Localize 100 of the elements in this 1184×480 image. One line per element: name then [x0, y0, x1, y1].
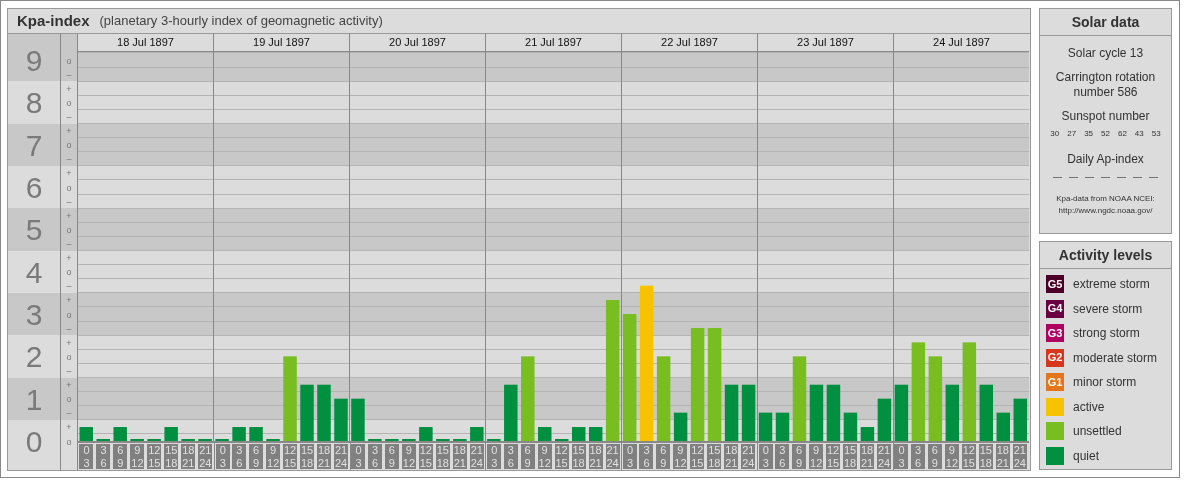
sublevel-label: –: [66, 69, 72, 80]
sublevel-label: +: [66, 337, 72, 348]
time-slot-label: 15 18: [300, 444, 315, 469]
sublevel-label: o: [66, 436, 72, 447]
sublevel-label: –: [66, 323, 72, 334]
sublevel-label: o: [66, 394, 72, 405]
time-slot-label: 15 18: [707, 444, 722, 469]
time-slot-label: 15 18: [435, 444, 450, 469]
sublevel-label: o: [66, 267, 72, 278]
level-label: unsettled: [1073, 423, 1122, 440]
sublevel-label: o: [66, 97, 72, 108]
sublevel-label: o: [66, 351, 72, 362]
sublevel-label: +: [66, 295, 72, 306]
y-axis-label: 5: [25, 213, 43, 247]
time-slot-label: 18 21: [452, 444, 467, 469]
y-axis-label: 1: [25, 382, 43, 416]
time-slot-label: 9 12: [537, 444, 552, 469]
day-label: 22 Jul 1897: [621, 34, 757, 51]
time-slot-label: 12 15: [418, 444, 433, 469]
time-slot-label: 9 12: [401, 444, 416, 469]
time-slot-label: 21 24: [1012, 444, 1027, 469]
time-slot-label: 18 21: [724, 444, 739, 469]
ap-value: —: [1085, 171, 1094, 184]
sublevel-label: o: [66, 224, 72, 235]
level-badge: G5: [1046, 275, 1064, 293]
time-slot-label: 21 24: [198, 444, 213, 469]
time-slot-label: 12 15: [554, 444, 569, 469]
time-slot-label: 18 21: [995, 444, 1010, 469]
day-label: 24 Jul 1897: [893, 34, 1029, 51]
day-label: 18 Jul 1897: [116, 35, 175, 51]
time-slot-label: 0 3: [623, 444, 637, 469]
sublevel-label: +: [66, 253, 72, 264]
y-axis-label: 7: [25, 128, 43, 162]
time-slot-label: 6 9: [249, 444, 264, 469]
sunspot-label: Sunspot number: [1061, 108, 1150, 125]
day-label: 23 Jul 1897: [757, 34, 893, 51]
sunspot-value: 43: [1134, 128, 1144, 140]
level-label: minor storm: [1073, 374, 1137, 391]
day-label: 21 Jul 1897: [485, 34, 621, 51]
time-slot-label: 6 9: [384, 444, 399, 469]
time-slot-label: 12 15: [826, 444, 841, 469]
level-label: strong storm: [1073, 325, 1140, 342]
ap-value: —: [1053, 171, 1062, 184]
sunspot-value: 52: [1101, 128, 1110, 140]
sublevel-label: –: [66, 408, 72, 419]
sublevel-label: –: [66, 281, 72, 292]
sublevel-label: –: [66, 112, 72, 122]
source-text: Kpa-data from NOAA NCEI:: [1056, 192, 1155, 205]
level-label: quiet: [1073, 447, 1100, 465]
sunspot-value: 35: [1084, 128, 1094, 140]
time-slot-label: 21 24: [877, 444, 891, 469]
sublevel-label: +: [66, 126, 72, 137]
ap-value: —: [1101, 171, 1110, 184]
y-axis-label: 4: [25, 255, 43, 289]
sublevel-label: o: [66, 309, 72, 320]
day-label: 19 Jul 1897: [213, 34, 349, 51]
time-slot-label: 21 24: [741, 444, 756, 469]
level-badge: G4: [1046, 299, 1064, 318]
level-badge: G1: [1046, 373, 1064, 391]
level-label: severe storm: [1073, 300, 1143, 318]
time-slot-label: 3 6: [96, 444, 111, 469]
ap-value: —: [1149, 171, 1158, 184]
sublevel-label: o: [66, 55, 72, 66]
time-slot-label: 9 12: [944, 444, 959, 469]
time-slot-label: 12 15: [690, 444, 705, 469]
day-label: 20 Jul 1897: [349, 34, 485, 51]
sublevel-label: –: [66, 365, 72, 376]
y-axis-label: 9: [25, 44, 43, 78]
time-slot-label: 0 3: [351, 444, 366, 469]
time-slot-label: 3 6: [910, 444, 925, 469]
time-slot-label: 0 3: [758, 444, 773, 469]
time-slot-label: 12 15: [961, 444, 976, 469]
panel-title: Activity levels: [1040, 242, 1171, 269]
time-slot-label: 3 6: [639, 444, 654, 469]
time-slot-label: 9 12: [809, 444, 824, 469]
time-slot-label: 15 18: [978, 444, 993, 469]
time-slot-label: 3 6: [232, 444, 247, 469]
source-link[interactable]: http://www.ngdc.noaa.gov/: [1058, 204, 1153, 217]
y-axis-label: 0: [25, 425, 43, 458]
time-slot-label: 0 3: [894, 444, 909, 469]
level-label: active: [1073, 398, 1105, 416]
level-label: extreme storm: [1073, 276, 1150, 293]
time-slot-label: 0 3: [487, 444, 502, 469]
time-slot-label: 18 21: [860, 444, 875, 469]
time-slot-label: 9 12: [673, 444, 688, 469]
time-slot-label: 6 9: [927, 444, 942, 469]
sublevel-label: +: [66, 210, 72, 221]
time-slot-label: 0 3: [215, 444, 230, 469]
time-slot-label: 0 3: [79, 444, 94, 469]
time-slot-label: 12 15: [283, 444, 298, 469]
y-axis-label: 8: [25, 86, 43, 120]
panel-subtitle: (planetary 3-hourly index of geomagnetic activity): [99, 12, 383, 31]
sublevel-label: +: [66, 168, 72, 179]
y-axis-label: 3: [25, 298, 43, 331]
time-slot-label: 9 12: [130, 444, 145, 469]
level-badge: G2: [1046, 348, 1064, 367]
sublevel-label: o: [66, 140, 72, 151]
time-slot-label: 15 18: [843, 444, 858, 469]
sublevel-label: –: [66, 154, 72, 165]
sublevel-label: –: [66, 196, 72, 207]
